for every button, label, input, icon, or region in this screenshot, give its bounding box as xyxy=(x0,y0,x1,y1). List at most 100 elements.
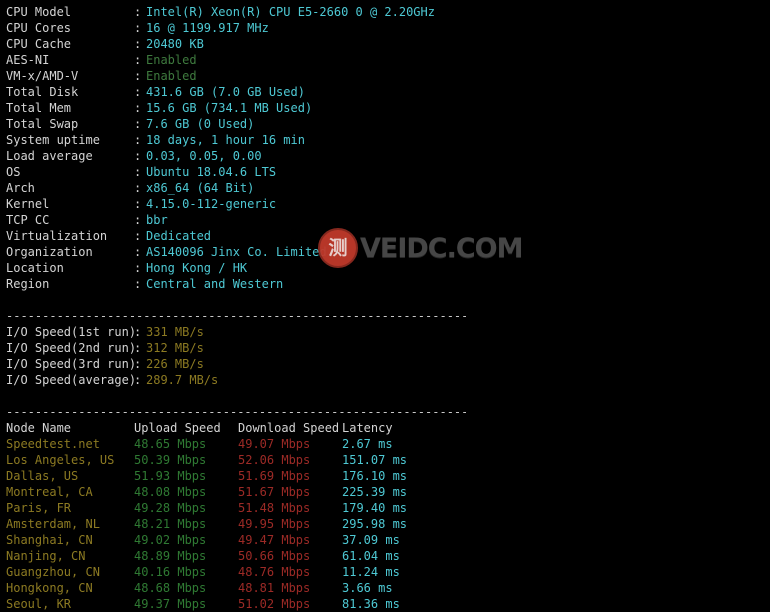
io-speed-block: I/O Speed(1st run): 331 MB/s I/O Speed(2nd… xyxy=(6,324,770,388)
info-row: Total Swap:7.6 GB (0 Used) xyxy=(6,116,770,132)
cell-download-speed: 51.69 Mbps xyxy=(238,469,311,483)
info-row: TCP CC: bbr xyxy=(6,212,770,228)
table-row: Hongkong, CN 48.68 Mbps 48.81 Mbps 3.66 ms xyxy=(6,580,770,596)
io-separator: : xyxy=(134,341,142,355)
io-speed-label: I/O Speed(1st run) xyxy=(6,325,137,339)
io-speed-value: 226 MB/s xyxy=(146,357,204,371)
cell-latency: 2.67 ms xyxy=(342,437,393,451)
info-label: Total Mem xyxy=(6,101,72,115)
io-separator: : xyxy=(134,325,142,339)
cell-latency: 225.39 ms xyxy=(342,485,408,499)
info-row: Location: Hong Kong / HK xyxy=(6,260,770,276)
info-row: Organization: AS140096 Jinx Co. Limited xyxy=(6,244,770,260)
info-value: bbr xyxy=(146,213,168,227)
cell-latency: 176.10 ms xyxy=(342,469,408,483)
info-row: Region: Central and Western xyxy=(6,276,770,292)
cell-latency: 61.04 ms xyxy=(342,549,400,563)
table-row: Guangzhou, CN 40.16 Mbps 48.76 Mbps 11.24 m… xyxy=(6,564,770,580)
cell-node-name: Guangzhou, CN xyxy=(6,565,100,579)
info-label: Organization xyxy=(6,245,93,259)
table-row: Dallas, US 51.93 Mbps 51.69 Mbps 176.10 ms xyxy=(6,468,770,484)
header-latency: Latency xyxy=(342,421,393,435)
cell-node-name: Dallas, US xyxy=(6,469,79,483)
info-separator: : xyxy=(134,101,142,115)
info-label: CPU Cache xyxy=(6,37,72,51)
system-info-block: CPU Model: Intel(R) Xeon(R) CPU E5-2660 0… xyxy=(6,4,770,292)
info-separator: : xyxy=(134,53,142,67)
info-row: CPU Cores:16 @ 1199.917 MHz xyxy=(6,20,770,36)
header-download-speed: Download Speed xyxy=(238,421,340,435)
info-label: CPU Cores xyxy=(6,21,72,35)
cell-upload-speed: 51.93 Mbps xyxy=(134,469,207,483)
terminal-output: CPU Model: Intel(R) Xeon(R) CPU E5-2660 0… xyxy=(0,0,770,611)
cell-download-speed: 51.02 Mbps xyxy=(238,597,311,611)
cell-latency: 37.09 ms xyxy=(342,533,400,547)
info-value: Dedicated xyxy=(146,229,212,243)
info-label: Virtualization xyxy=(6,229,108,243)
info-separator: : xyxy=(134,213,142,227)
info-value: 4.15.0-112-generic xyxy=(146,197,277,211)
cell-node-name: Seoul, KR xyxy=(6,597,72,611)
cell-upload-speed: 50.39 Mbps xyxy=(134,453,207,467)
info-value: Enabled xyxy=(146,69,197,83)
info-separator: : xyxy=(134,133,142,147)
table-row: Montreal, CA 48.08 Mbps 51.67 Mbps 225.39 m… xyxy=(6,484,770,500)
info-row: CPU Cache:20480 KB xyxy=(6,36,770,52)
info-row: AES-NI: Enabled xyxy=(6,52,770,68)
table-row: Amsterdam, NL 48.21 Mbps 49.95 Mbps 295.98 … xyxy=(6,516,770,532)
speedtest-table: Node Name Upload Speed Download Speed Laten… xyxy=(6,420,770,612)
info-value: 16 @ 1199.917 MHz xyxy=(146,21,269,35)
info-separator: : xyxy=(134,181,142,195)
speedtest-header-row: Node Name Upload Speed Download Speed Laten… xyxy=(6,420,770,436)
info-row: CPU Model: Intel(R) Xeon(R) CPU E5-2660 0… xyxy=(6,4,770,20)
cell-upload-speed: 49.28 Mbps xyxy=(134,501,207,515)
table-row: Paris, FR 49.28 Mbps 51.48 Mbps 179.40 ms xyxy=(6,500,770,516)
header-node-name: Node Name xyxy=(6,421,72,435)
info-row: System uptime:18 days, 1 hour 16 min xyxy=(6,132,770,148)
io-speed-row: I/O Speed(average): 289.7 MB/s xyxy=(6,372,770,388)
cell-upload-speed: 49.02 Mbps xyxy=(134,533,207,547)
info-row: Total Mem:15.6 GB (734.1 MB Used) xyxy=(6,100,770,116)
info-separator: : xyxy=(134,117,142,131)
cell-upload-speed: 49.37 Mbps xyxy=(134,597,207,611)
info-label: Arch xyxy=(6,181,35,195)
info-label: VM-x/AMD-V xyxy=(6,69,79,83)
table-row: Seoul, KR 49.37 Mbps 51.02 Mbps 81.36 ms xyxy=(6,596,770,612)
io-separator: : xyxy=(134,357,142,371)
cell-upload-speed: 48.08 Mbps xyxy=(134,485,207,499)
info-value: x86_64 (64 Bit) xyxy=(146,181,255,195)
info-label: AES-NI xyxy=(6,53,50,67)
cell-download-speed: 51.48 Mbps xyxy=(238,501,311,515)
cell-upload-speed: 40.16 Mbps xyxy=(134,565,207,579)
cell-node-name: Hongkong, CN xyxy=(6,581,93,595)
cell-upload-speed: 48.65 Mbps xyxy=(134,437,207,451)
cell-latency: 179.40 ms xyxy=(342,501,408,515)
cell-node-name: Amsterdam, NL xyxy=(6,517,100,531)
cell-download-speed: 51.67 Mbps xyxy=(238,485,311,499)
io-speed-value: 331 MB/s xyxy=(146,325,204,339)
info-value: 431.6 GB (7.0 GB Used) xyxy=(146,85,305,99)
info-separator: : xyxy=(134,197,142,211)
header-upload-speed: Upload Speed xyxy=(134,421,221,435)
cell-latency: 11.24 ms xyxy=(342,565,400,579)
info-separator: : xyxy=(134,277,142,291)
info-value: Intel(R) Xeon(R) CPU E5-2660 0 @ 2.20GHz xyxy=(146,5,435,19)
info-row: Virtualization: Dedicated xyxy=(6,228,770,244)
info-separator: : xyxy=(134,5,142,19)
info-label: Kernel xyxy=(6,197,50,211)
io-speed-label: I/O Speed(3rd run) xyxy=(6,357,137,371)
info-separator: : xyxy=(134,261,142,275)
info-separator: : xyxy=(134,229,142,243)
io-speed-label: I/O Speed(2nd run) xyxy=(6,341,137,355)
io-speed-row: I/O Speed(2nd run): 312 MB/s xyxy=(6,340,770,356)
info-value: Hong Kong / HK xyxy=(146,261,248,275)
info-separator: : xyxy=(134,149,142,163)
info-label: Load average xyxy=(6,149,93,163)
cell-node-name: Shanghai, CN xyxy=(6,533,93,547)
io-speed-label: I/O Speed(average) xyxy=(6,373,137,387)
info-label: Total Disk xyxy=(6,85,79,99)
info-separator: : xyxy=(134,245,142,259)
info-label: CPU Model xyxy=(6,5,72,19)
info-separator: : xyxy=(134,165,142,179)
